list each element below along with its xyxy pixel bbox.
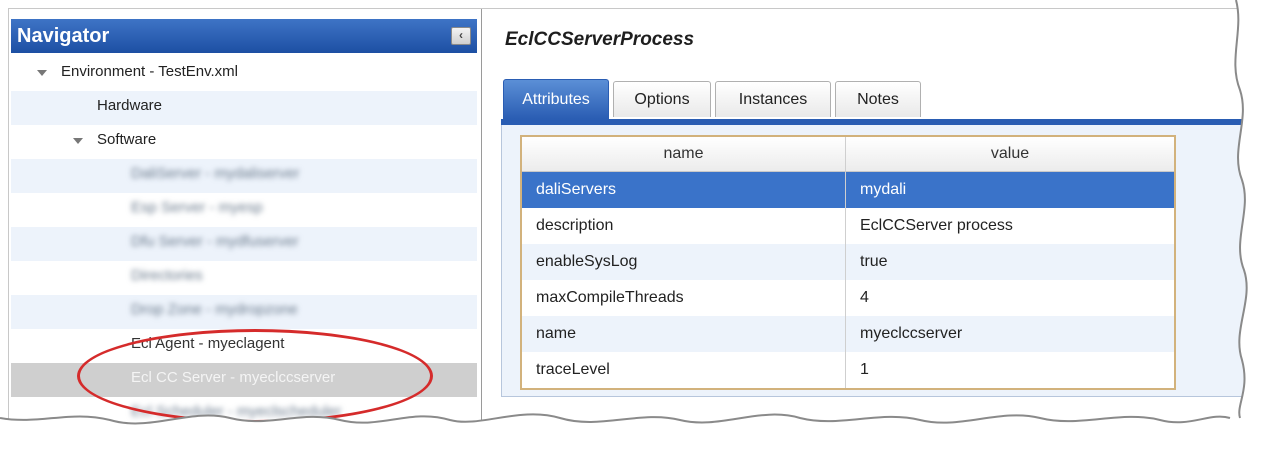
torn-edge-decoration xyxy=(0,0,1266,457)
